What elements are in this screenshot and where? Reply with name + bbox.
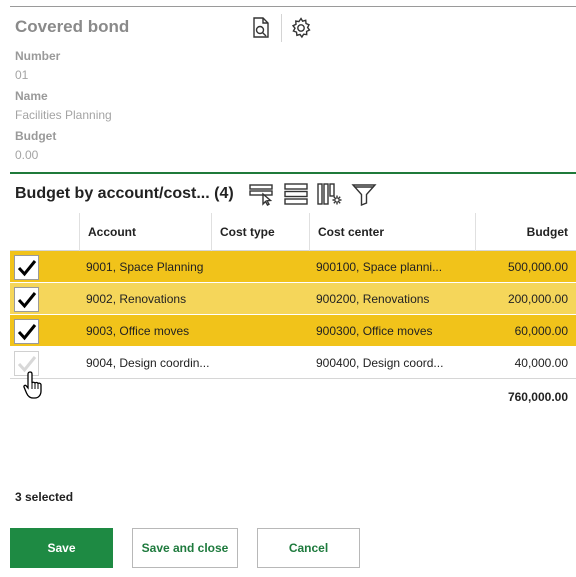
table-row[interactable]: 9002, Renovations 900200, Renovations 20… <box>10 283 576 315</box>
filter-icon[interactable] <box>350 180 378 208</box>
cost-center-cell: 900400, Design coord... <box>316 356 444 370</box>
cost-type-cell <box>218 251 308 283</box>
account-cell: 9003, Office moves <box>86 324 190 338</box>
section-divider <box>10 172 576 174</box>
hand-pointer-icon <box>22 370 48 405</box>
page-title: Covered bond <box>15 17 130 36</box>
table-row[interactable]: 9004, Design coordin... 900400, Design c… <box>10 347 576 379</box>
row-checkbox[interactable] <box>14 255 39 280</box>
cancel-button[interactable]: Cancel <box>257 528 360 568</box>
select-rows-icon[interactable] <box>248 180 276 208</box>
save-button[interactable]: Save <box>10 528 113 568</box>
number-label: Number <box>15 49 61 63</box>
account-cell: 9001, Space Planning <box>86 260 204 274</box>
account-cell: 9004, Design coordin... <box>86 356 210 370</box>
row-checkbox[interactable] <box>14 287 39 312</box>
grid-header: Account Cost type Cost center Budget <box>10 213 576 251</box>
cost-type-cell <box>218 347 308 379</box>
name-value: Facilities Planning <box>15 108 112 122</box>
checkmark-icon <box>17 259 36 276</box>
gear-icon[interactable] <box>288 15 314 41</box>
column-header-cost-center[interactable]: Cost center <box>309 213 475 251</box>
budget-label: Budget <box>15 129 57 143</box>
table-row[interactable]: 9003, Office moves 900300, Office moves … <box>10 315 576 347</box>
selected-count: 3 selected <box>15 490 74 504</box>
cost-center-cell: 900100, Space planni... <box>316 260 443 274</box>
cost-type-cell <box>218 315 308 347</box>
list-icon[interactable] <box>282 180 310 208</box>
budget-value: 0.00 <box>15 148 39 162</box>
budget-cell: 60,000.00 <box>514 324 568 338</box>
document-search-icon[interactable] <box>248 15 274 41</box>
column-header-account[interactable]: Account <box>79 213 211 251</box>
budget-total: 760,000.00 <box>507 390 568 404</box>
header-icon-separator <box>281 14 282 42</box>
budget-cell: 200,000.00 <box>507 292 568 306</box>
column-header-cost-type[interactable]: Cost type <box>211 213 309 251</box>
save-and-close-button[interactable]: Save and close <box>132 528 238 568</box>
budget-cell: 40,000.00 <box>514 356 568 370</box>
top-divider <box>10 6 576 7</box>
cost-center-cell: 900300, Office moves <box>316 324 433 338</box>
budget-cell: 500,000.00 <box>507 260 568 274</box>
checkmark-icon <box>17 323 36 340</box>
budget-grid: Account Cost type Cost center Budget 900… <box>10 213 576 404</box>
cost-center-cell: 900200, Renovations <box>316 292 430 306</box>
checkmark-icon <box>17 291 36 308</box>
row-checkbox[interactable] <box>14 319 39 344</box>
column-header-budget[interactable]: Budget <box>475 213 576 251</box>
cost-type-cell <box>218 283 308 315</box>
name-label: Name <box>15 89 48 103</box>
number-value: 01 <box>15 68 29 82</box>
column-settings-icon[interactable] <box>316 180 344 208</box>
table-row[interactable]: 9001, Space Planning 900100, Space plann… <box>10 251 576 283</box>
account-cell: 9002, Renovations <box>86 292 187 306</box>
section-title: Budget by account/cost... (4) <box>15 185 234 202</box>
